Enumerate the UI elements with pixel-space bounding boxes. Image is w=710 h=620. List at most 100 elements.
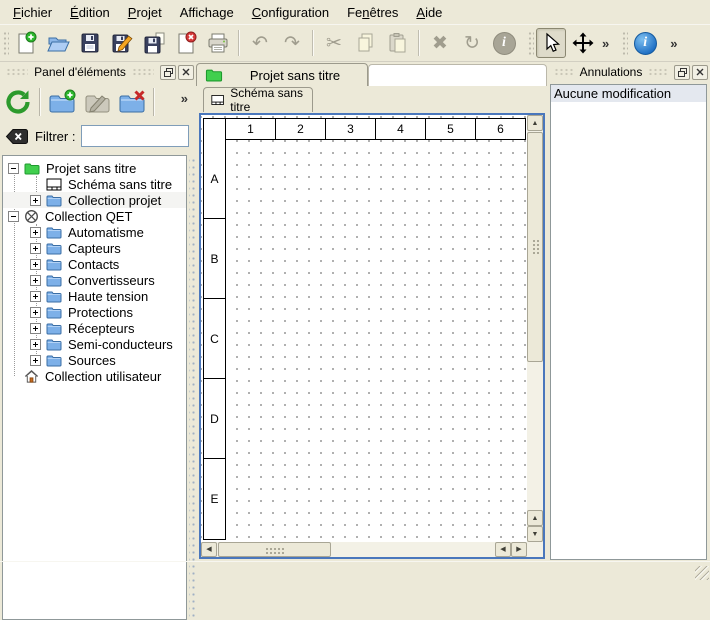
toolbar-overflow-button[interactable]: » (600, 36, 611, 51)
filter-row: Filtrer : (0, 122, 196, 150)
expand-expander-icon[interactable] (30, 243, 41, 254)
scroll-up-button[interactable]: ▲ (527, 115, 543, 131)
save-button[interactable] (75, 28, 105, 58)
delete-button[interactable]: ✖ (425, 28, 455, 58)
menu-projet[interactable]: Projet (119, 2, 171, 23)
mdi-area: Projet sans titre Schéma sans titre 1 2 … (196, 62, 548, 561)
scroll-left-button[interactable]: ◀ (495, 542, 511, 557)
expand-expander-icon[interactable] (30, 275, 41, 286)
folder-icon (46, 306, 62, 319)
scroll-left-button[interactable]: ◀ (201, 542, 217, 557)
cut-button[interactable]: ✂ (319, 28, 349, 58)
dock-handle-texture (6, 68, 28, 77)
redo-icon: ↷ (284, 34, 300, 53)
tree-item-collection-utilisateur[interactable]: Collection utilisateur (3, 368, 186, 384)
tree-item-recepteurs[interactable]: Récepteurs (3, 320, 186, 336)
reload-collections-button[interactable] (2, 86, 34, 118)
project-window-tab[interactable]: Projet sans titre (196, 63, 368, 86)
tree-item-capteurs[interactable]: Capteurs (3, 240, 186, 256)
element-info-button[interactable]: i (489, 28, 519, 58)
menu-fichier[interactable]: Fichier (4, 2, 61, 23)
menu-aide[interactable]: Aide (407, 2, 451, 23)
delete-category-button[interactable] (116, 86, 148, 118)
diagram-column-label: 3 (325, 119, 375, 139)
menu-fenetres[interactable]: Fenêtres (338, 2, 407, 23)
new-folder-icon (48, 89, 76, 115)
undo-button[interactable]: ↶ (245, 28, 275, 58)
menu-configuration[interactable]: Configuration (243, 2, 338, 23)
move-tool-button[interactable] (568, 28, 598, 58)
tree-item-schema-sans-titre[interactable]: Schéma sans titre (3, 176, 186, 192)
close-dock-button[interactable] (692, 65, 708, 80)
toolbar-drag-handle[interactable] (621, 30, 628, 56)
tree-item-automatisme[interactable]: Automatisme (3, 224, 186, 240)
save-all-icon (142, 31, 166, 55)
open-project-button[interactable] (43, 28, 73, 58)
filter-input[interactable] (81, 125, 189, 147)
diagram-canvas[interactable]: 1 2 3 4 5 6 A B C D E (201, 115, 527, 542)
close-file-button[interactable] (171, 28, 201, 58)
menu-affichage[interactable]: Affichage (171, 2, 243, 23)
toolbar-overflow-button[interactable]: » (668, 36, 679, 51)
tree-item-collection-projet[interactable]: Collection projet (3, 192, 186, 208)
edit-category-button[interactable] (81, 86, 113, 118)
vertical-scrollbar[interactable]: ▲ ▲ ▼ (527, 115, 543, 542)
dock-splitter[interactable] (189, 155, 195, 620)
clear-filter-icon[interactable] (5, 128, 29, 145)
schema-tab[interactable]: Schéma sans titre (203, 87, 313, 112)
menu-edition[interactable]: Édition (61, 2, 119, 23)
vertical-scroll-thumb[interactable] (527, 132, 543, 362)
toolbar-drag-handle[interactable] (2, 30, 9, 56)
collapse-expander-icon[interactable] (8, 211, 19, 222)
print-button[interactable] (203, 28, 233, 58)
toolbar-drag-handle[interactable] (527, 30, 534, 56)
collapse-expander-icon[interactable] (8, 163, 19, 174)
expand-expander-icon[interactable] (30, 323, 41, 334)
expand-expander-icon[interactable] (30, 355, 41, 366)
float-dock-button[interactable] (674, 65, 690, 80)
expand-expander-icon[interactable] (30, 339, 41, 350)
toolbar-separator (418, 30, 420, 56)
panel-toolbar-overflow-button[interactable]: » (181, 91, 188, 106)
undo-history-list[interactable]: Aucune modification (550, 84, 707, 560)
folder-icon (46, 226, 62, 239)
elements-tree[interactable]: Projet sans titre Schéma sans titre Coll… (2, 155, 187, 620)
tree-item-sources[interactable]: Sources (3, 352, 186, 368)
tree-item-label: Sources (68, 353, 116, 368)
undo-history-item[interactable]: Aucune modification (551, 85, 706, 102)
float-dock-button[interactable] (160, 65, 176, 80)
expand-expander-icon[interactable] (30, 195, 41, 206)
copy-button[interactable] (351, 28, 381, 58)
tree-item-label: Haute tension (68, 289, 148, 304)
close-dock-button[interactable] (178, 65, 194, 80)
expand-expander-icon[interactable] (30, 259, 41, 270)
scroll-down-button[interactable]: ▼ (527, 526, 543, 542)
tree-item-convertisseurs[interactable]: Convertisseurs (3, 272, 186, 288)
print-icon (206, 31, 230, 55)
paste-button[interactable] (383, 28, 413, 58)
redo-button[interactable]: ↷ (277, 28, 307, 58)
expand-expander-icon[interactable] (30, 291, 41, 302)
tree-item-label: Automatisme (68, 225, 144, 240)
project-folder-icon (205, 68, 223, 82)
horizontal-scrollbar[interactable]: ◀ ◀ ▶ (201, 542, 543, 557)
horizontal-scroll-thumb[interactable] (218, 542, 331, 557)
new-category-button[interactable] (46, 86, 78, 118)
tree-item-semi-conducteurs[interactable]: Semi-conducteurs (3, 336, 186, 352)
rotate-button[interactable]: ↻ (457, 28, 487, 58)
about-info-button[interactable]: i (630, 28, 660, 58)
resize-grip-icon[interactable] (695, 566, 709, 580)
select-tool-button[interactable] (536, 28, 566, 58)
tree-item-contacts[interactable]: Contacts (3, 256, 186, 272)
tree-item-protections[interactable]: Protections (3, 304, 186, 320)
save-all-button[interactable] (139, 28, 169, 58)
new-project-button[interactable] (11, 28, 41, 58)
scroll-right-button[interactable]: ▶ (511, 542, 527, 557)
save-as-button[interactable] (107, 28, 137, 58)
expand-expander-icon[interactable] (30, 227, 41, 238)
tree-item-haute-tension[interactable]: Haute tension (3, 288, 186, 304)
expand-expander-icon[interactable] (30, 307, 41, 318)
scroll-up-button[interactable]: ▲ (527, 510, 543, 526)
tree-item-projet-sans-titre[interactable]: Projet sans titre (3, 160, 186, 176)
tree-item-collection-qet[interactable]: Collection QET (3, 208, 186, 224)
